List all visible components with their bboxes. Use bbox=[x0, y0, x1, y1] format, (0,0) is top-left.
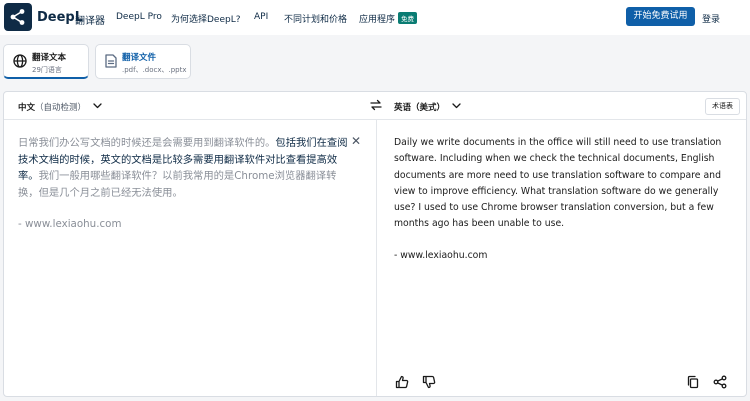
target-text-output[interactable]: Daily we write documents in the office w… bbox=[394, 135, 734, 265]
nav-api[interactable]: API bbox=[254, 12, 268, 22]
tab-translate-text-subtitle: 29门语言 bbox=[32, 66, 62, 74]
free-badge: 免费 bbox=[398, 12, 418, 24]
nav-why-deepl[interactable]: 为何选择DeepL? bbox=[171, 12, 241, 25]
tab-translate-file-title: 翻译文件 bbox=[122, 53, 157, 63]
start-free-trial-button[interactable]: 开始免费试用 bbox=[626, 7, 695, 26]
top-navigation: DeepL 翻译器 DeepL Pro 为何选择DeepL? API 不同计划和… bbox=[0, 0, 750, 35]
source-credit: - www.lexiaohu.com bbox=[18, 218, 122, 230]
tab-translate-text[interactable]: 翻译文本 29门语言 bbox=[3, 44, 89, 79]
document-icon bbox=[105, 54, 117, 68]
source-paragraph: 日常我们办公写文档的时候还是会需要用到翻译软件的。包括我们在查阅技术文档的时候，… bbox=[18, 135, 348, 201]
nav-deepl-pro[interactable]: DeepL Pro bbox=[116, 12, 162, 22]
source-language-select[interactable]: 中文（自动检测） bbox=[18, 101, 102, 113]
thumbs-up-icon[interactable] bbox=[395, 375, 409, 389]
chevron-down-icon bbox=[452, 103, 461, 109]
target-paragraph: Daily we write documents in the office w… bbox=[394, 137, 722, 230]
translator-panel: 中文（自动检测） 英语（美式） 术语表 日常我们办公写文档的时候还是会需要用到翻… bbox=[3, 91, 747, 397]
language-bar: 中文（自动检测） 英语（美式） 术语表 bbox=[4, 92, 746, 120]
clear-text-icon[interactable]: ✕ bbox=[351, 134, 361, 148]
source-textarea[interactable]: 日常我们办公写文档的时候还是会需要用到翻译软件的。包括我们在查阅技术文档的时候，… bbox=[18, 135, 348, 233]
nav-apps[interactable]: 应用程序 免费 bbox=[359, 12, 418, 25]
swap-languages-icon[interactable] bbox=[370, 99, 382, 111]
source-text-part-2: 我们一般用哪些翻译软件？以前我常用的是Chrome浏览器翻译转换，但是几个月之前… bbox=[18, 170, 337, 199]
tab-translate-file-subtitle: .pdf、.docx、.pptx bbox=[122, 66, 187, 74]
thumbs-down-icon[interactable] bbox=[422, 375, 436, 389]
tab-translate-file[interactable]: 翻译文件 .pdf、.docx、.pptx bbox=[95, 44, 191, 79]
nav-apps-label: 应用程序 bbox=[359, 15, 396, 25]
source-text-part-1: 日常我们办公写文档的时候还是会需要用到翻译软件的。 bbox=[18, 137, 276, 149]
globe-icon bbox=[13, 54, 27, 68]
share-icon[interactable] bbox=[713, 375, 727, 389]
nav-plans-pricing[interactable]: 不同计划和价格 bbox=[284, 12, 347, 25]
deepl-logo-icon[interactable] bbox=[4, 3, 32, 31]
auto-detect-label: （自动检测） bbox=[35, 103, 87, 113]
target-language-label: 英语（美式） bbox=[394, 103, 446, 113]
copy-icon[interactable] bbox=[686, 375, 700, 389]
target-credit: - www.lexiaohu.com bbox=[394, 250, 488, 262]
tab-translate-text-title: 翻译文本 bbox=[32, 53, 67, 63]
brand-subtitle[interactable]: 翻译器 bbox=[75, 12, 105, 27]
source-language-label: 中文 bbox=[18, 103, 36, 113]
glossary-button[interactable]: 术语表 bbox=[705, 98, 740, 115]
login-link[interactable]: 登录 bbox=[702, 12, 720, 25]
panel-divider bbox=[376, 120, 377, 396]
target-language-select[interactable]: 英语（美式） bbox=[394, 101, 461, 113]
chevron-down-icon bbox=[93, 103, 102, 109]
